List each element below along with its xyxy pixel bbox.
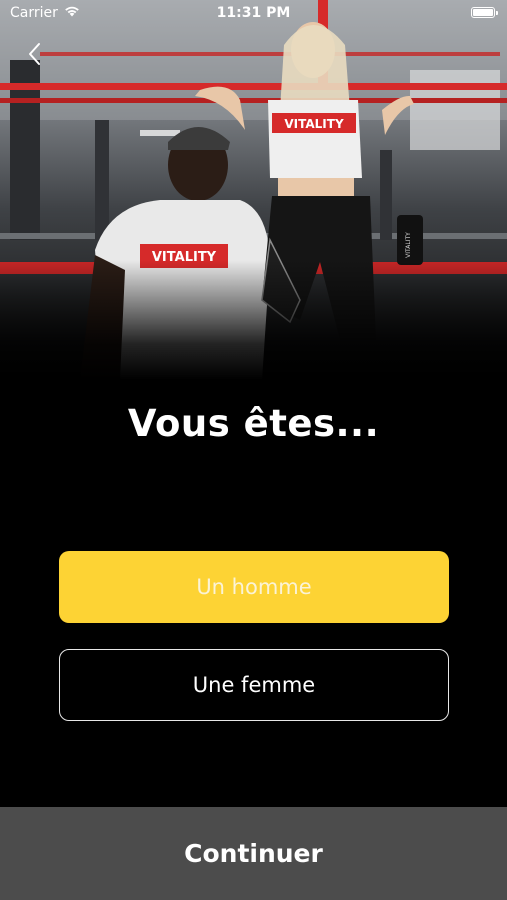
status-bar: Carrier 11:31 PM bbox=[0, 0, 507, 28]
shirt-brand-right: VITALITY bbox=[284, 117, 344, 131]
chevron-left-icon bbox=[27, 42, 41, 70]
page-title: Vous êtes... bbox=[127, 402, 380, 445]
choice-woman-label: Une femme bbox=[192, 673, 316, 697]
choice-woman-button[interactable]: Une femme bbox=[59, 649, 449, 721]
continue-button[interactable]: Continuer bbox=[0, 807, 507, 900]
choice-man-button[interactable]: Un homme bbox=[59, 551, 449, 623]
hero-image: VITALITY VITALITY VITALITY bbox=[0, 0, 507, 380]
hero-fade bbox=[0, 260, 507, 380]
choice-man-label: Un homme bbox=[196, 575, 312, 599]
battery-icon bbox=[471, 7, 498, 18]
bottle-brand: VITALITY bbox=[405, 232, 412, 258]
continue-label: Continuer bbox=[184, 839, 323, 868]
status-time: 11:31 PM bbox=[216, 5, 291, 21]
back-button[interactable] bbox=[22, 42, 46, 70]
